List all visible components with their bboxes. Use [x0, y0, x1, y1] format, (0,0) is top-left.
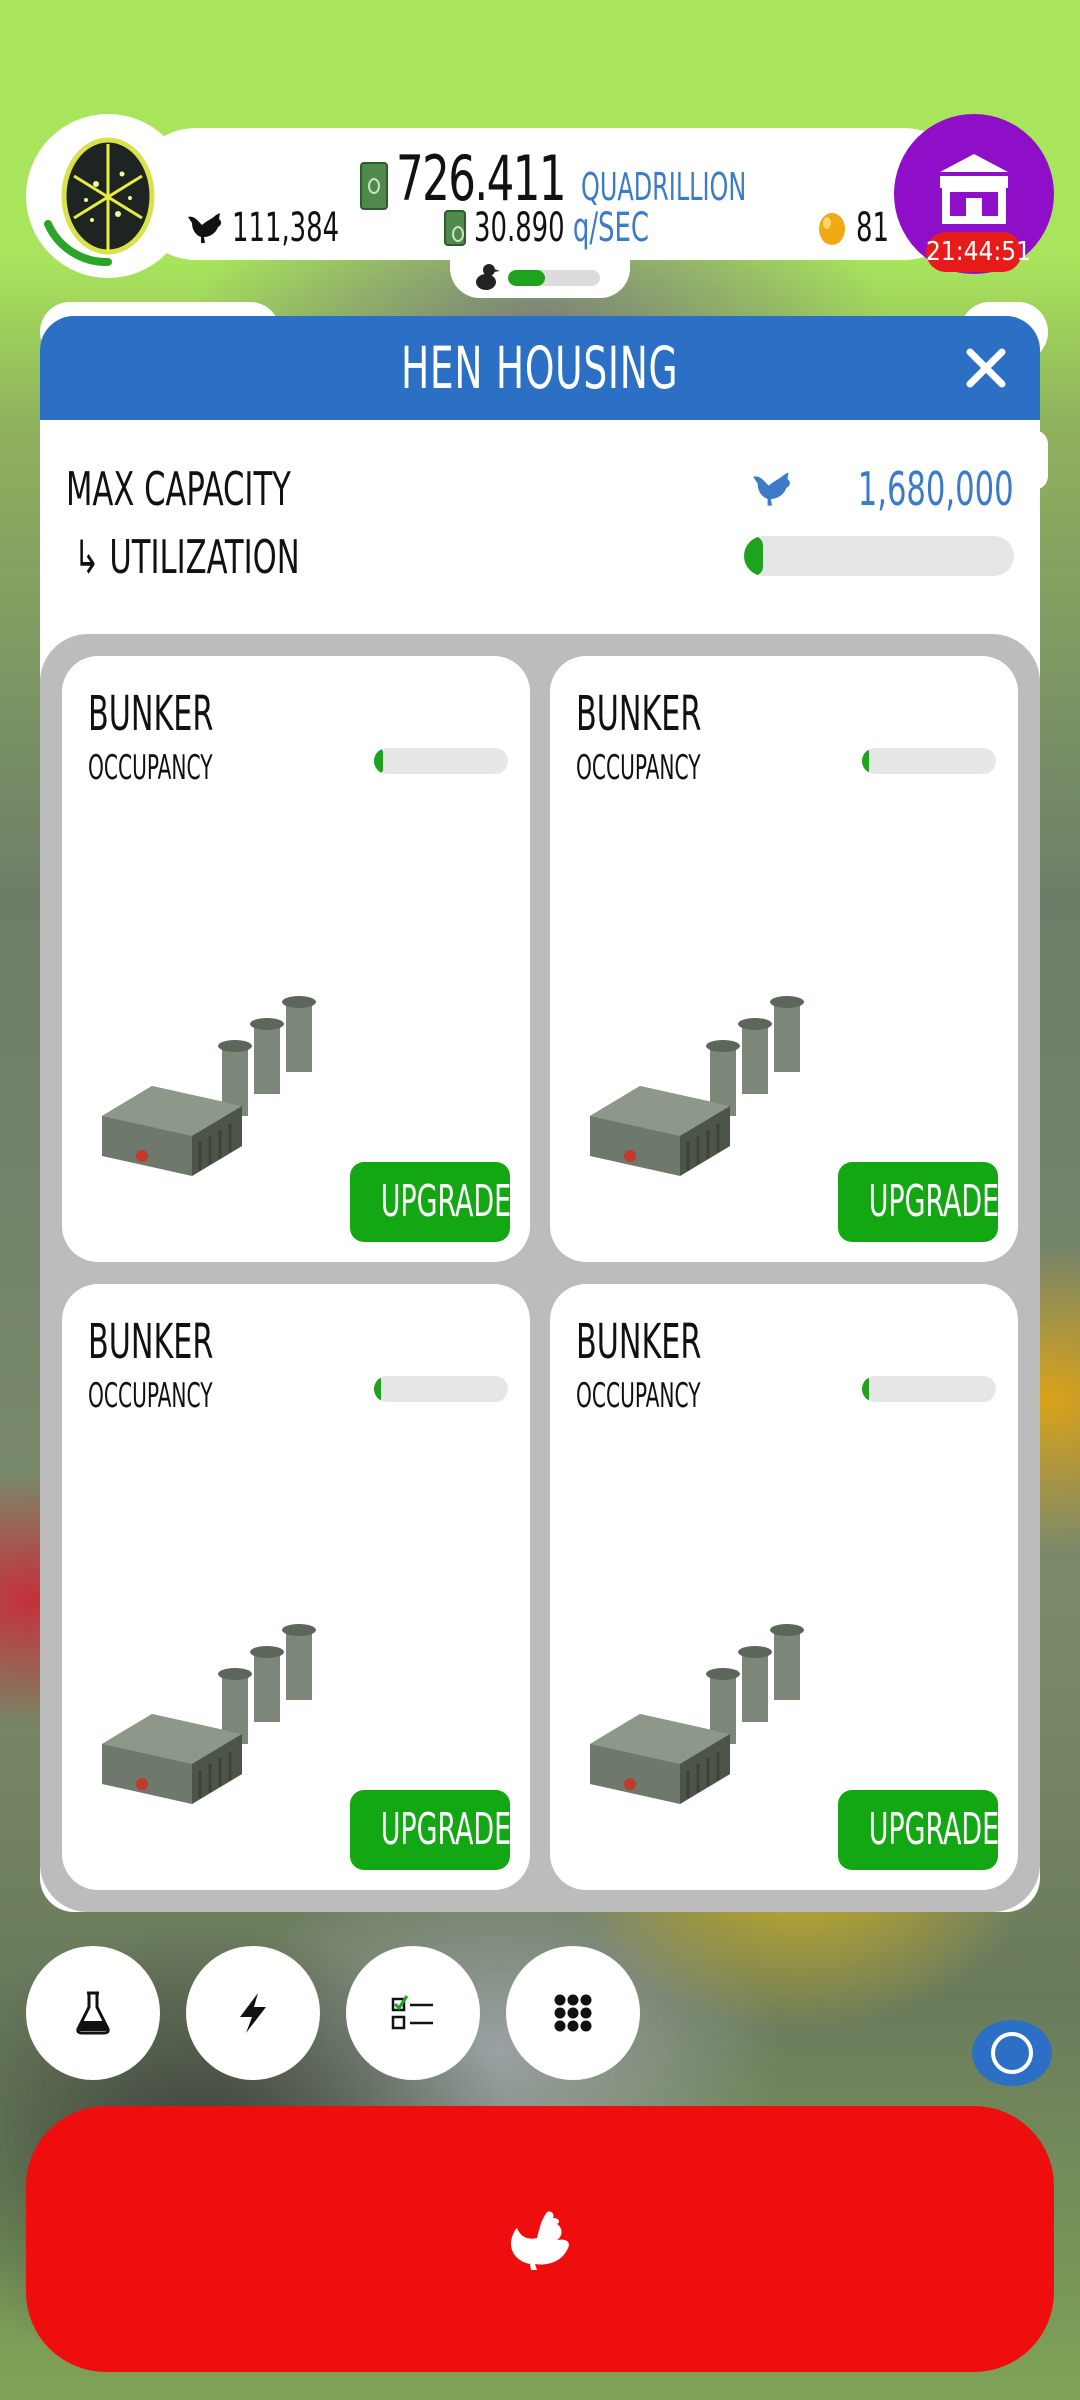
- grid-icon: [554, 1994, 592, 2032]
- chicken-silhouette-icon: [753, 472, 791, 506]
- utilization-label: ↳ UTILIZATION: [74, 530, 300, 584]
- money-display: 726.411 QUADRILLION: [360, 140, 817, 210]
- chicken-icon: [511, 2211, 569, 2270]
- housing-card: BUNKER OCCUPANCY UPGRADE: [62, 1284, 530, 1890]
- golden-egg-icon: [819, 213, 845, 245]
- upgrade-button-label: UPGRADE: [868, 1176, 1000, 1227]
- occupancy-bar-fill: [374, 748, 384, 774]
- occupancy-label: OCCUPANCY: [88, 748, 213, 788]
- earning-rate: 30.890 q/SEC: [444, 208, 717, 248]
- occupancy-bar-fill: [862, 1376, 869, 1402]
- egg-button[interactable]: [26, 114, 190, 278]
- bunker-image: [590, 1624, 804, 1804]
- missions-button[interactable]: [346, 1946, 480, 2080]
- bunker-image: [102, 996, 316, 1176]
- chicken-silhouette-icon: [188, 213, 222, 243]
- housing-name: BUNKER: [576, 686, 702, 742]
- housing-name: BUNKER: [576, 1314, 702, 1370]
- upgrade-button[interactable]: UPGRADE: [838, 1790, 1000, 1870]
- bunker-image: [102, 1624, 316, 1804]
- max-capacity-value: 1,680,000: [751, 462, 1014, 516]
- occupancy-bar: [862, 1376, 996, 1402]
- upgrade-button-label: UPGRADE: [380, 1804, 512, 1855]
- modal-title: HEN HOUSING: [401, 334, 679, 402]
- close-icon[interactable]: [962, 344, 1010, 392]
- chicken-count-value: 111,384: [232, 205, 340, 251]
- max-capacity-number: 1,680,000: [858, 462, 1014, 516]
- upgrade-button-label: UPGRADE: [380, 1176, 512, 1227]
- occupancy-bar: [374, 1376, 508, 1402]
- housing-grid: BUNKER OCCUPANCY UPGRADE BUNKER OCCUPANC…: [40, 634, 1040, 1912]
- occupancy-label: OCCUPANCY: [88, 1376, 213, 1416]
- flask-icon: [76, 1991, 110, 2035]
- upgrade-button[interactable]: UPGRADE: [350, 1162, 512, 1242]
- menu-button[interactable]: [506, 1946, 640, 2080]
- egg-icon: [44, 137, 155, 267]
- housing-card: BUNKER OCCUPANCY UPGRADE: [62, 656, 530, 1262]
- golden-egg-value: 81: [856, 205, 889, 251]
- chick-icon: [476, 264, 500, 290]
- shop-timer-badge: 21:44:51: [926, 232, 1031, 272]
- housing-name: BUNKER: [88, 1314, 214, 1370]
- housing-name: BUNKER: [88, 686, 214, 742]
- progress-bar: [508, 270, 600, 286]
- bunker-image: [590, 996, 804, 1176]
- housing-card: BUNKER OCCUPANCY UPGRADE: [550, 1284, 1018, 1890]
- golden-egg-count: 81: [816, 208, 902, 248]
- money-value: 726.411: [396, 142, 567, 215]
- checklist-icon: [391, 1995, 433, 2030]
- occupancy-label: OCCUPANCY: [576, 748, 701, 788]
- lightning-icon: [240, 1993, 266, 2033]
- housing-card: BUNKER OCCUPANCY UPGRADE: [550, 656, 1018, 1262]
- rate-value: 30.890: [474, 205, 565, 251]
- upgrade-button-label: UPGRADE: [868, 1804, 1000, 1855]
- occupancy-bar: [862, 748, 996, 774]
- drone-toggle-button[interactable]: [972, 2020, 1052, 2086]
- progress-bar-fill: [508, 270, 545, 286]
- occupancy-bar-fill: [374, 1376, 381, 1402]
- research-button[interactable]: [26, 1946, 160, 2080]
- chicken-count: 111,384: [186, 208, 381, 248]
- hatch-chicken-button[interactable]: [26, 2106, 1054, 2372]
- utilization-bar: [744, 536, 1014, 576]
- upgrade-button[interactable]: UPGRADE: [350, 1790, 512, 1870]
- cash-icon: [444, 210, 466, 246]
- max-capacity-label: MAX CAPACITY: [66, 462, 291, 516]
- occupancy-bar: [374, 748, 508, 774]
- modal-header: HEN HOUSING: [40, 316, 1040, 420]
- upgrade-button[interactable]: UPGRADE: [838, 1162, 1000, 1242]
- rate-unit: q/SEC: [572, 205, 649, 251]
- cash-icon: [360, 162, 388, 210]
- money-unit: QUADRILLION: [580, 165, 746, 209]
- occupancy-bar-fill: [862, 748, 869, 774]
- boosts-button[interactable]: [186, 1946, 320, 2080]
- occupancy-label: OCCUPANCY: [576, 1376, 701, 1416]
